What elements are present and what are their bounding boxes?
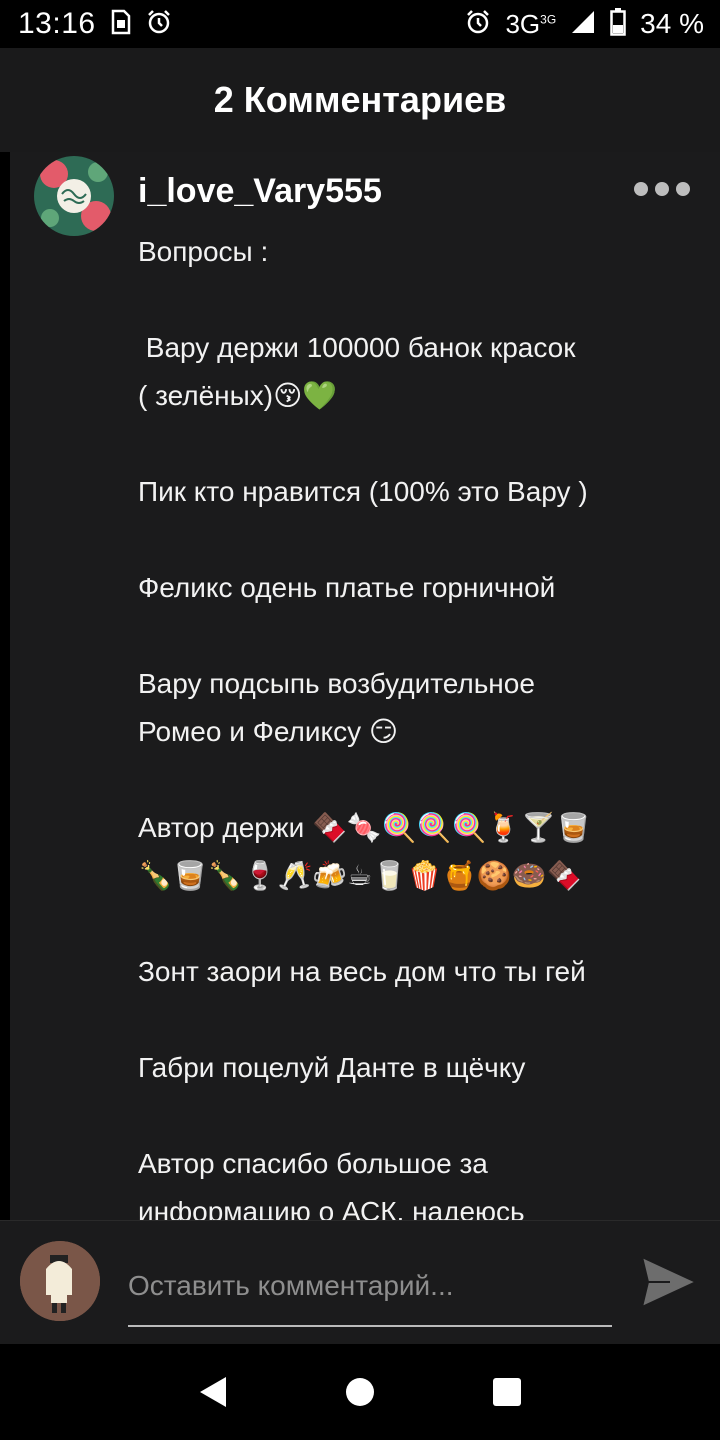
comment-line: Зонт заори на весь дом что ты гей — [138, 956, 586, 987]
comment-line: Вопросы : — [138, 236, 269, 267]
comment-line — [138, 900, 698, 948]
alarm-clock-icon — [146, 9, 172, 40]
comment-line — [138, 516, 698, 564]
network-type: 3G3G — [505, 8, 557, 39]
comment-line — [138, 756, 698, 804]
comment-line — [138, 996, 698, 1044]
comment-line — [138, 420, 698, 468]
system-nav-bar — [0, 1344, 720, 1440]
comment-username[interactable]: i_love_Vary555 — [138, 172, 382, 211]
comment-line: Ромео и Феликсу 😏 — [138, 716, 399, 747]
comment-line: Вару держи 100000 банок красок — [138, 332, 576, 363]
comment-text: Вопросы : Вару держи 100000 банок красок… — [138, 228, 698, 1220]
comment-line: Автор спасибо большое за — [138, 1148, 488, 1179]
comment-line: 🍾🥃🍾🍷🥂🍻☕🥛🍿🍯🍪🍩🍫 — [138, 860, 582, 891]
comment-line — [138, 276, 698, 324]
back-icon[interactable] — [193, 1372, 233, 1412]
alarm-clock-icon — [465, 9, 491, 40]
send-icon[interactable] — [640, 1255, 699, 1309]
comment-line: Феликс одень платье горничной — [138, 572, 556, 603]
home-icon[interactable] — [340, 1372, 380, 1412]
comment-line: информацию о АСК, надеюсь — [138, 1196, 525, 1220]
comment-line — [138, 612, 698, 660]
comment-line: Габри поцелуй Данте в щёчку — [138, 1052, 526, 1083]
battery-icon — [610, 7, 626, 41]
signal-icon — [570, 9, 596, 40]
comment-line: ( зелёных)😚💚 — [138, 380, 338, 411]
status-time: 13:16 — [18, 7, 96, 40]
comment-line — [138, 1092, 698, 1140]
comment-line: Пик кто нравится (100% это Вару ) — [138, 476, 588, 507]
sim-card-icon — [110, 9, 132, 40]
comment-input[interactable] — [128, 1261, 612, 1327]
comment-composer — [0, 1220, 720, 1344]
recents-icon[interactable] — [487, 1372, 527, 1412]
battery-percent: 34 % — [640, 8, 704, 39]
status-bar: 13:16 3G3G 34 % — [0, 0, 720, 48]
comment-line: Автор держи 🍫🍬🍭🍭🍭🍹🍸🥃 — [138, 812, 591, 843]
more-options-icon[interactable] — [634, 182, 690, 196]
comment-line: Вару подсыпь возбудительное — [138, 668, 535, 699]
header: 2 Комментариев — [0, 48, 720, 152]
avatar[interactable] — [34, 156, 114, 236]
page-title: 2 Комментариев — [213, 79, 507, 120]
user-avatar — [20, 1241, 100, 1321]
comment-card: i_love_Vary555 Вопросы : Вару держи 1000… — [10, 152, 720, 1220]
